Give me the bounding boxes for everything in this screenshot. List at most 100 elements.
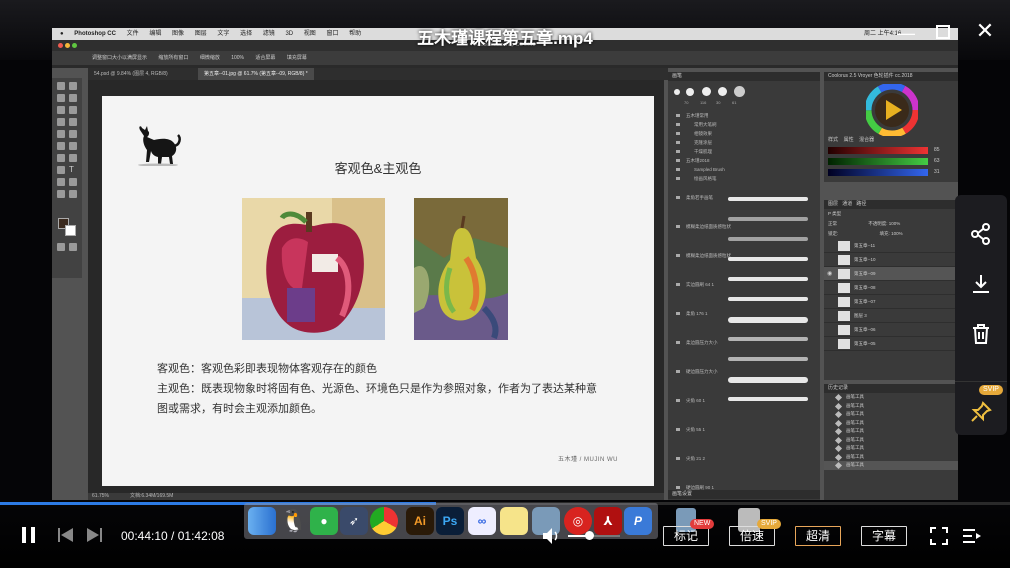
- brush-item: 实边圆刷 64 1: [668, 280, 820, 289]
- layer-name: 图层 3: [854, 313, 867, 318]
- brush-stroke-preview: [728, 357, 808, 361]
- video-frame[interactable]: ● Photoshop CC 文件 编辑 图像 图层 文字 选择 滤镜 3D 视…: [52, 28, 958, 500]
- history-item: 画笔工具: [824, 427, 958, 436]
- notes-icon: [500, 507, 528, 535]
- layer-name: 第五章--07: [854, 299, 876, 304]
- healing-tool-icon: [57, 118, 65, 126]
- lesson-slide: 客观色&主观色 客观色：客观色彩即表现物体客观存在的颜色 主观色：既表现物象时将…: [102, 96, 654, 486]
- tools-panel: T: [52, 78, 82, 278]
- history-item: 画笔工具: [824, 444, 958, 453]
- layer-thumbnail: [838, 297, 850, 307]
- background-color-swatch: [65, 225, 76, 236]
- hand-tool-icon: [57, 190, 65, 198]
- finder-icon: [248, 507, 276, 535]
- history-item: 画笔工具: [824, 453, 958, 462]
- brush-stroke-preview: [728, 277, 808, 281]
- tab-channels: 通道: [842, 201, 853, 207]
- layers-blend-row: 正常 不透明度: 100%: [824, 219, 958, 229]
- time-separator: /: [167, 529, 178, 543]
- history-panel: 历史记录 画笔工具 画笔工具 画笔工具 画笔工具 画笔工具 画笔工具 画笔工具 …: [824, 384, 958, 500]
- brush-stroke-preview: [728, 397, 808, 401]
- fill-label: 填充:: [879, 231, 890, 236]
- volume-icon[interactable]: [542, 527, 562, 545]
- brush-stroke-preview: [728, 337, 808, 341]
- blue-value: 31: [934, 169, 940, 175]
- layer-row: 第五章--11: [824, 239, 958, 253]
- share-icon[interactable]: [969, 222, 993, 246]
- pause-icon[interactable]: [22, 527, 26, 543]
- option-scrubby: 细微缩放: [199, 55, 220, 61]
- green-value: 63: [934, 158, 940, 164]
- document-canvas: 客观色&主观色 客观色：客观色彩即表现物体客观存在的颜色 主观色：既表现物象时将…: [88, 80, 664, 493]
- layer-row-selected: ◉ 第五章--09: [824, 267, 958, 281]
- volume-knob[interactable]: [585, 531, 594, 540]
- download-icon[interactable]: [969, 272, 993, 296]
- history-item: 画笔工具: [824, 410, 958, 419]
- video-title: 五木瑾课程第五章.mp4: [417, 29, 593, 48]
- pp-icon: P: [624, 507, 652, 535]
- screen-mode-icon: [69, 243, 77, 251]
- brush-size-label: 116: [700, 100, 707, 105]
- close-icon[interactable]: ✕: [974, 20, 996, 42]
- green-slider: [828, 158, 928, 165]
- next-icon[interactable]: [86, 528, 102, 542]
- brush-item: 模糊柔边纸面质感粒状: [668, 222, 820, 231]
- speed-svip-badge: SVIP: [757, 519, 781, 529]
- eraser-tool-icon: [57, 142, 65, 150]
- brush-tip-icon: [674, 89, 680, 95]
- option-zoom-all: 缩放所有窗口: [158, 55, 189, 61]
- option-100: 100%: [231, 55, 245, 61]
- quick-mask-icon: [57, 243, 65, 251]
- layer-name: 第五章--06: [854, 327, 876, 332]
- history-item: 画笔工具: [824, 393, 958, 402]
- brush-item: 硬边圆压力大小: [668, 367, 820, 376]
- brush-group: 五木瑾常用: [668, 111, 820, 120]
- tab-layers: 图层: [828, 201, 839, 207]
- brush-item: 尖角 21 2: [668, 454, 820, 463]
- lasso-tool-icon: [57, 94, 65, 102]
- path-select-icon: [57, 178, 65, 186]
- fullscreen-icon[interactable]: [930, 527, 948, 545]
- color-panel-header: Coolorus 2.5 Vroyer 色轮插件 cc.2018: [824, 72, 958, 81]
- delete-icon[interactable]: [969, 322, 993, 346]
- move-tool-icon: [57, 82, 65, 90]
- speed-button[interactable]: 倍速: [729, 526, 775, 546]
- opacity-value: 100%: [888, 221, 901, 226]
- stamp-tool-icon: [57, 130, 65, 138]
- brush-stroke-preview: [728, 217, 808, 221]
- minimize-icon[interactable]: —: [896, 24, 916, 42]
- chrome-icon: [370, 507, 398, 535]
- gradient-tool-icon: [69, 142, 77, 150]
- tab-54-psd: 54.psd @ 9.84% (图层 4, RGB/8): [94, 71, 168, 77]
- brush-group: 克隆涂层: [668, 138, 820, 147]
- subtitles-button[interactable]: 字幕: [861, 526, 907, 546]
- maximize-icon[interactable]: [936, 25, 950, 39]
- color-panel-tabs: 样式 属性 混合器: [828, 136, 874, 143]
- color-wheel-icon: [866, 84, 918, 136]
- brush-group: Sampled Brush: [668, 165, 820, 174]
- wechat-icon: ●: [310, 507, 338, 535]
- quality-button[interactable]: 超清: [795, 526, 841, 546]
- slide-title: 客观色&主观色: [334, 161, 422, 176]
- caption-subjective-cont: 图或需求，有时会主观添加颜色。: [157, 403, 322, 415]
- tab-paths: 路径: [856, 201, 867, 207]
- previous-icon[interactable]: [58, 528, 74, 542]
- mark-button[interactable]: 标记: [663, 526, 709, 546]
- shape-tool-icon: [69, 178, 77, 186]
- color-panel: Coolorus 2.5 Vroyer 色轮插件 cc.2018 样式 属性 混…: [824, 72, 958, 182]
- playlist-icon[interactable]: [962, 528, 982, 544]
- baidu-netdisk-icon: ∞: [468, 507, 496, 535]
- pin-icon[interactable]: [969, 400, 993, 424]
- layer-thumbnail: [838, 339, 850, 349]
- layer-thumbnail: [838, 255, 850, 265]
- red-slider: [828, 147, 928, 154]
- pear-painting: [414, 198, 508, 340]
- time-display: 00:44:10 / 01:42:08: [121, 529, 224, 543]
- option-resize: 调整窗口大小以满屏显示: [92, 55, 148, 61]
- history-item: 画笔工具: [824, 436, 958, 445]
- pause-icon[interactable]: [31, 527, 35, 543]
- brush-panel: 画笔 70 116 30 61 五木瑾常用 常用大笔刷 相镜效果 克隆涂层 干燥…: [668, 72, 820, 500]
- layer-row: 第五章--05: [824, 337, 958, 351]
- zoom-tool-icon: [69, 190, 77, 198]
- option-fit: 适合屏幕: [255, 55, 276, 61]
